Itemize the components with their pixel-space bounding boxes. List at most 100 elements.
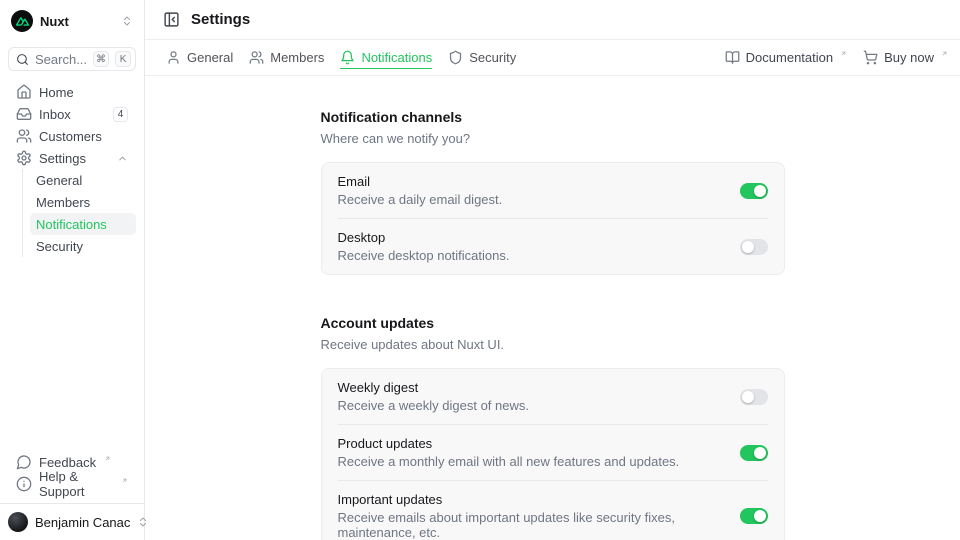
setting-row-weekly-digest: Weekly digest Receive a weekly digest of… (322, 369, 784, 424)
sidebar-item-general[interactable]: General (30, 169, 136, 191)
tab-general[interactable]: General (166, 40, 233, 75)
kbd-k: K (115, 51, 131, 67)
toggle-knob (742, 391, 754, 403)
setting-description: Receive emails about important updates l… (338, 510, 724, 540)
home-icon (16, 84, 32, 100)
message-bubble-icon (16, 454, 32, 470)
product-updates-toggle[interactable] (740, 445, 768, 461)
setting-description: Receive a weekly digest of news. (338, 398, 724, 413)
tab-bar: General Members Notifications Security (145, 40, 960, 76)
sidebar-item-home[interactable]: Home (8, 81, 136, 103)
help-support-label: Help & Support (39, 469, 113, 499)
tab-label: Members (270, 50, 324, 65)
search-placeholder: Search... (35, 52, 87, 67)
inbox-count-badge: 4 (113, 107, 128, 122)
setting-row-product-updates: Product updates Receive a monthly email … (322, 425, 784, 480)
section-title: Account updates (321, 315, 785, 331)
nuxt-logo-icon (11, 10, 33, 32)
tab-label: Notifications (361, 50, 432, 65)
help-support-link[interactable]: Help & Support (8, 473, 136, 495)
users-icon (16, 128, 32, 144)
workspace-selector[interactable]: Nuxt (8, 8, 136, 34)
tab-label: General (187, 50, 233, 65)
setting-description: Receive desktop notifications. (338, 248, 724, 263)
setting-row-important-updates: Important updates Receive emails about i… (322, 481, 784, 540)
documentation-link[interactable]: Documentation (725, 50, 847, 65)
buy-now-label: Buy now (884, 50, 934, 65)
settings-card: Weekly digest Receive a weekly digest of… (321, 368, 785, 540)
setting-row-desktop: Desktop Receive desktop notifications. (322, 219, 784, 274)
settings-subnav: General Members Notifications Security (22, 169, 136, 257)
external-link-icon (840, 50, 847, 57)
app-window: Nuxt Search... ⌘ K Home (0, 0, 960, 540)
sidebar-item-label: Home (39, 85, 128, 100)
main-panel: Settings General Members Notifications (145, 0, 960, 540)
sidebar-item-settings[interactable]: Settings (8, 147, 136, 169)
sidebar-item-notifications[interactable]: Notifications (30, 213, 136, 235)
sidebar-spacer (8, 257, 136, 451)
settings-card: Email Receive a daily email digest. Desk… (321, 162, 785, 275)
section-title: Notification channels (321, 109, 785, 125)
external-link-icon (121, 477, 128, 484)
weekly-digest-toggle[interactable] (740, 389, 768, 405)
feedback-label: Feedback (39, 455, 96, 470)
desktop-toggle[interactable] (740, 239, 768, 255)
users-icon (249, 50, 264, 65)
collapse-sidebar-button[interactable] (163, 11, 180, 28)
external-link-icon (941, 50, 948, 57)
setting-label: Weekly digest (338, 380, 724, 395)
sidebar-item-members[interactable]: Members (30, 191, 136, 213)
tab-security[interactable]: Security (448, 40, 516, 75)
search-input[interactable]: Search... ⌘ K (8, 47, 136, 71)
kbd-cmd: ⌘ (93, 51, 109, 67)
setting-label: Email (338, 174, 724, 189)
chevron-up-icon (117, 153, 128, 164)
sidebar-footer-links: Feedback Help & Support (8, 451, 136, 495)
buy-now-link[interactable]: Buy now (863, 50, 948, 65)
sidebar-nav: Home Inbox 4 Customers (8, 81, 136, 257)
setting-label: Important updates (338, 492, 724, 507)
tab-notifications[interactable]: Notifications (340, 40, 432, 75)
notification-channels-section: Notification channels Where can we notif… (321, 109, 785, 275)
sidebar-item-customers[interactable]: Customers (8, 125, 136, 147)
setting-description: Receive a daily email digest. (338, 192, 724, 207)
tab-members[interactable]: Members (249, 40, 324, 75)
toggle-knob (754, 510, 766, 522)
search-icon (16, 53, 29, 66)
setting-row-email: Email Receive a daily email digest. (322, 163, 784, 218)
shield-icon (448, 50, 463, 65)
book-icon (725, 50, 740, 65)
setting-label: Product updates (338, 436, 724, 451)
documentation-label: Documentation (746, 50, 833, 65)
toggle-knob (754, 447, 766, 459)
important-updates-toggle[interactable] (740, 508, 768, 524)
bell-icon (340, 50, 355, 65)
setting-description: Receive a monthly email with all new fea… (338, 454, 724, 469)
toggle-knob (754, 185, 766, 197)
chevrons-up-down-icon (121, 15, 133, 27)
gear-icon (16, 150, 32, 166)
sidebar-item-inbox[interactable]: Inbox 4 (8, 103, 136, 125)
account-updates-section: Account updates Receive updates about Nu… (321, 315, 785, 540)
settings-content: Notification channels Where can we notif… (145, 76, 960, 540)
email-toggle[interactable] (740, 183, 768, 199)
sidebar-item-label: Customers (39, 129, 128, 144)
page-title: Settings (191, 11, 250, 28)
user-menu[interactable]: Benjamin Canac (0, 503, 144, 540)
setting-label: Desktop (338, 230, 724, 245)
workspace-name: Nuxt (40, 14, 114, 29)
external-link-icon (104, 455, 111, 462)
section-description: Receive updates about Nuxt UI. (321, 337, 785, 352)
avatar (8, 512, 28, 532)
inbox-icon (16, 106, 32, 122)
sidebar: Nuxt Search... ⌘ K Home (0, 0, 145, 540)
section-description: Where can we notify you? (321, 131, 785, 146)
sidebar-item-security[interactable]: Security (30, 235, 136, 257)
shopping-cart-icon (863, 50, 878, 65)
toggle-knob (742, 241, 754, 253)
sidebar-item-label: Inbox (39, 107, 106, 122)
user-icon (166, 50, 181, 65)
sidebar-item-label: Settings (39, 151, 110, 166)
user-name: Benjamin Canac (35, 515, 130, 530)
page-header: Settings (145, 0, 960, 40)
